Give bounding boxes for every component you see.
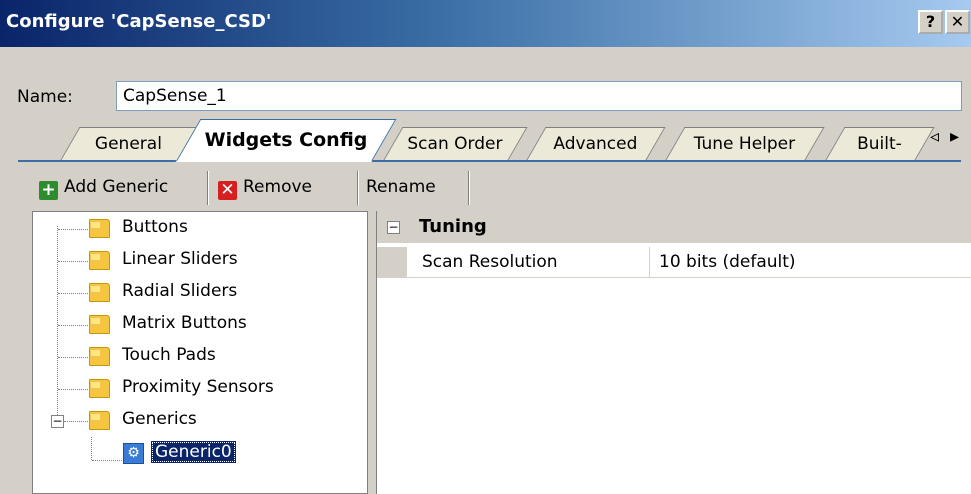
tree-item-proximity-sensors[interactable]: Proximity Sensors [33, 374, 353, 404]
title-bar: Configure 'CapSense_CSD' ? ✕ [0, 0, 971, 47]
tab-scroll-left-icon[interactable]: ◃ [930, 126, 939, 147]
tab-built-in[interactable]: Built- [825, 127, 935, 160]
tree-item-matrix-buttons[interactable]: Matrix Buttons [33, 310, 353, 340]
collapse-icon[interactable]: − [51, 415, 64, 428]
tab-widgets-config[interactable]: Widgets Config [175, 119, 397, 162]
folder-icon [89, 315, 110, 334]
window-title: Configure 'CapSense_CSD' [6, 11, 272, 32]
remove-button[interactable]: ✕ Remove [218, 170, 312, 204]
toolbar-separator [207, 171, 209, 205]
folder-icon [89, 251, 110, 270]
help-button[interactable]: ? [918, 10, 943, 34]
name-input[interactable] [116, 81, 962, 111]
rename-button[interactable]: Rename [366, 170, 436, 204]
tree-item-generics[interactable]: − Generics [33, 406, 353, 436]
selected-item-label: Generic0 [151, 441, 236, 463]
widget-tree[interactable]: Buttons Linear Sliders Radial Sliders Ma… [32, 211, 368, 494]
folder-icon [89, 411, 110, 430]
tab-baseline [18, 160, 961, 162]
property-grid: − Tuning Scan Resolution 10 bits (defaul… [376, 211, 971, 494]
tree-item-generic0[interactable]: ⚙ Generic0 [33, 438, 353, 468]
tab-scan-order[interactable]: Scan Order [383, 127, 528, 160]
tab-general[interactable]: General [60, 127, 198, 160]
property-name: Scan Resolution [422, 252, 558, 272]
tree-item-buttons[interactable]: Buttons [33, 214, 353, 244]
tree-item-touch-pads[interactable]: Touch Pads [33, 342, 353, 372]
tree-item-linear-sliders[interactable]: Linear Sliders [33, 246, 353, 276]
toolbar-separator [468, 171, 470, 205]
tab-scroll-right-icon[interactable]: ▸ [950, 126, 959, 147]
collapse-icon[interactable]: − [387, 221, 400, 234]
tree-item-radial-sliders[interactable]: Radial Sliders [33, 278, 353, 308]
property-row-scan-resolution[interactable]: Scan Resolution 10 bits (default) [377, 247, 971, 278]
name-label: Name: [17, 87, 73, 107]
close-button[interactable]: ✕ [945, 10, 970, 34]
folder-icon [89, 219, 110, 238]
folder-icon [89, 379, 110, 398]
property-value[interactable]: 10 bits (default) [659, 252, 796, 272]
toolbar-separator [357, 171, 359, 205]
gear-icon: ⚙ [123, 443, 144, 464]
folder-icon [89, 283, 110, 302]
remove-icon: ✕ [218, 181, 237, 200]
property-category-tuning[interactable]: − Tuning [377, 211, 971, 243]
folder-icon [89, 347, 110, 366]
tab-tune-helper[interactable]: Tune Helper [665, 127, 825, 160]
add-generic-button[interactable]: + Add Generic [39, 170, 168, 204]
category-label: Tuning [419, 216, 487, 237]
tab-advanced[interactable]: Advanced [526, 127, 666, 160]
add-icon: + [39, 181, 58, 200]
